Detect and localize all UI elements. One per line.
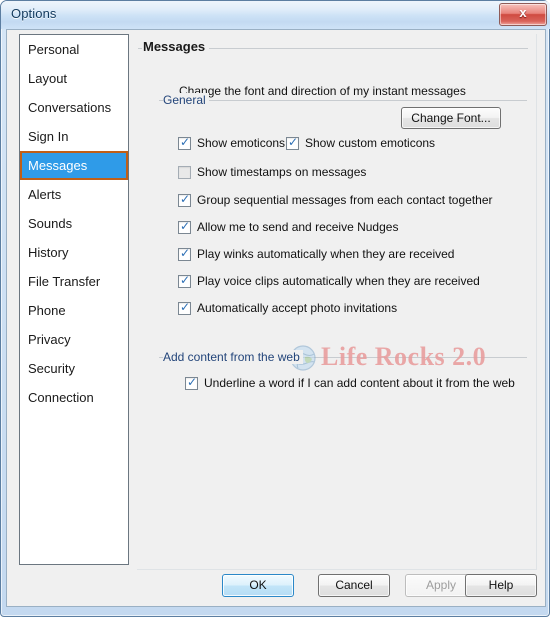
group-label-web: Add content from the web xyxy=(163,350,303,364)
check-icon: ✓ xyxy=(180,272,191,287)
check-icon: ✓ xyxy=(180,299,191,314)
sidebar-item-label: Alerts xyxy=(28,187,62,202)
sidebar-item-label: History xyxy=(28,245,69,260)
page-title-rule xyxy=(209,48,528,49)
sidebar-item-sounds[interactable]: Sounds xyxy=(20,209,128,238)
sidebar-item-label: Messages xyxy=(28,158,88,173)
sidebar-item-label: Conversations xyxy=(28,100,112,115)
checkbox-label: Underline a word if I can add content ab… xyxy=(204,376,515,390)
ok-button[interactable]: OK xyxy=(222,574,294,597)
help-button[interactable]: Help xyxy=(465,574,537,597)
checkbox-show-timestamps[interactable]: Show timestamps on messages xyxy=(178,165,366,179)
check-icon: ✓ xyxy=(180,134,191,149)
sidebar-item-file-transfer[interactable]: File Transfer xyxy=(20,267,128,296)
checkbox-box[interactable]: ✓ xyxy=(178,245,191,261)
check-icon: ✓ xyxy=(180,218,191,233)
check-icon: ✓ xyxy=(288,134,299,149)
title-bar: Options x xyxy=(1,1,550,29)
sidebar-item-connection[interactable]: Connection xyxy=(20,383,128,412)
watermark: Life Rocks 2.0 xyxy=(289,340,529,376)
sidebar-item-label: Sign In xyxy=(28,129,69,144)
checkbox-label: Play voice clips automatically when they… xyxy=(197,274,480,288)
sidebar-item-privacy[interactable]: Privacy xyxy=(20,325,128,354)
sidebar-item-layout[interactable]: Layout xyxy=(20,64,128,93)
cancel-button[interactable]: Cancel xyxy=(318,574,390,597)
checkbox-allow-nudges[interactable]: ✓ Allow me to send and receive Nudges xyxy=(178,218,399,234)
checkbox-box[interactable]: ✓ xyxy=(185,374,198,390)
sidebar-item-label: Layout xyxy=(28,71,68,86)
checkbox-play-voice-clips[interactable]: ✓ Play voice clips automatically when the… xyxy=(178,272,480,288)
checkbox-accept-photo-invitations[interactable]: ✓ Automatically accept photo invitations xyxy=(178,299,398,315)
check-icon: ✓ xyxy=(180,245,191,260)
check-icon: ✓ xyxy=(180,191,191,206)
checkbox-label: Automatically accept photo invitations xyxy=(197,301,398,315)
checkbox-label: Show timestamps on messages xyxy=(197,165,367,179)
checkbox-group-sequential-messages[interactable]: ✓ Group sequential messages from each con… xyxy=(178,191,493,207)
page-title-rule-cap xyxy=(138,48,142,49)
sidebar-item-security[interactable]: Security xyxy=(20,354,128,383)
check-icon: ✓ xyxy=(187,374,198,389)
checkbox-label: Group sequential messages from each cont… xyxy=(197,193,493,207)
checkbox-label: Show custom emoticons xyxy=(305,136,436,150)
checkbox-box[interactable] xyxy=(178,165,191,179)
checkbox-label: Allow me to send and receive Nudges xyxy=(197,220,399,234)
checkbox-box[interactable]: ✓ xyxy=(178,272,191,288)
sidebar-item-label: Privacy xyxy=(28,332,71,347)
messages-settings-panel: Messages General Change the font and dir… xyxy=(137,34,537,570)
dialog-client-area: Personal Layout Conversations Sign In Messag… xyxy=(6,29,546,607)
options-window: Options x Personal Layout Conversations Sig… xyxy=(0,0,550,617)
sidebar-item-phone[interactable]: Phone xyxy=(20,296,128,325)
sidebar-item-conversations[interactable]: Conversations xyxy=(20,93,128,122)
group-label-general: General xyxy=(163,93,209,107)
group-rule-web xyxy=(299,357,527,358)
checkbox-show-custom-emoticons[interactable]: ✓ Show custom emoticons xyxy=(286,134,436,150)
page-title: Messages xyxy=(143,39,206,54)
close-button[interactable]: x xyxy=(499,3,547,26)
sidebar-item-label: Personal xyxy=(28,42,80,57)
sidebar-item-personal[interactable]: Personal xyxy=(20,35,128,64)
sidebar-item-label: Phone xyxy=(28,303,66,318)
sidebar-item-alerts[interactable]: Alerts xyxy=(20,180,128,209)
checkbox-box[interactable]: ✓ xyxy=(178,191,191,207)
sidebar-item-label: Connection xyxy=(28,390,94,405)
checkbox-underline-web-content[interactable]: ✓ Underline a word if I can add content a… xyxy=(185,374,515,390)
sidebar-item-label: Sounds xyxy=(28,216,73,231)
category-list[interactable]: Personal Layout Conversations Sign In Messag… xyxy=(19,34,129,565)
checkbox-label: Show emoticons xyxy=(197,136,286,150)
dialog-footer: OK Cancel Apply Help xyxy=(7,570,545,606)
checkbox-play-winks[interactable]: ✓ Play winks automatically when they are … xyxy=(178,245,455,261)
checkbox-box[interactable]: ✓ xyxy=(178,218,191,234)
general-description: Change the font and direction of my inst… xyxy=(179,84,466,98)
checkbox-label: Play winks automatically when they are r… xyxy=(197,247,455,261)
checkbox-box[interactable]: ✓ xyxy=(286,134,299,150)
window-title: Options xyxy=(11,6,57,21)
checkbox-box[interactable]: ✓ xyxy=(178,134,191,150)
sidebar-item-messages[interactable]: Messages xyxy=(20,151,128,180)
sidebar-item-sign-in[interactable]: Sign In xyxy=(20,122,128,151)
change-font-button[interactable]: Change Font... xyxy=(401,107,501,129)
close-icon: x xyxy=(519,5,527,20)
checkbox-show-emoticons[interactable]: ✓ Show emoticons xyxy=(178,134,286,150)
sidebar-item-label: Security xyxy=(28,361,75,376)
sidebar-item-history[interactable]: History xyxy=(20,238,128,267)
group-rule-general xyxy=(209,100,527,101)
checkbox-box[interactable]: ✓ xyxy=(178,299,191,315)
sidebar-item-label: File Transfer xyxy=(28,274,101,289)
